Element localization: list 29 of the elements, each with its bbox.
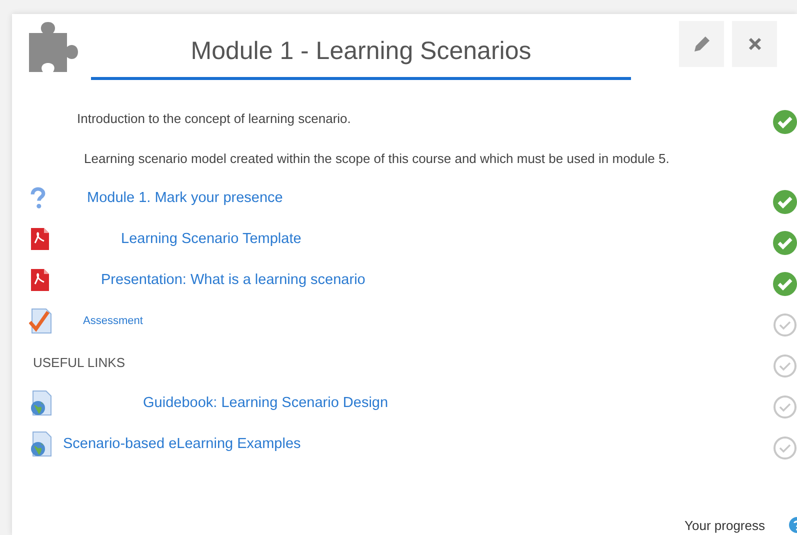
activity-link[interactable]: Scenario-based eLearning Examples bbox=[63, 436, 301, 452]
pencil-icon bbox=[692, 35, 710, 53]
activity-link[interactable]: Module 1. Mark your presence bbox=[87, 190, 283, 206]
completed-check-icon[interactable] bbox=[773, 272, 797, 296]
description-text: Introduction to the concept of learning scenario. bbox=[77, 110, 351, 126]
completed-check-icon[interactable] bbox=[773, 110, 797, 134]
activity-link[interactable]: Assessment bbox=[83, 315, 143, 327]
activity-link[interactable]: Presentation: What is a learning scenario bbox=[101, 272, 366, 288]
web-page-icon bbox=[29, 431, 53, 457]
activity-link[interactable]: Guidebook: Learning Scenario Design bbox=[143, 395, 388, 411]
incomplete-check-icon[interactable] bbox=[773, 436, 797, 460]
activity-link[interactable]: Learning Scenario Template bbox=[121, 231, 302, 247]
incomplete-check-icon[interactable] bbox=[773, 354, 797, 378]
completed-check-icon[interactable] bbox=[773, 231, 797, 255]
pdf-file-icon bbox=[29, 268, 51, 292]
incomplete-check-icon[interactable] bbox=[773, 395, 797, 419]
checklist-document-icon bbox=[29, 308, 53, 334]
section-heading: USEFUL LINKS bbox=[33, 354, 125, 370]
close-icon bbox=[746, 36, 762, 52]
incomplete-check-icon[interactable] bbox=[773, 313, 797, 337]
edit-button[interactable] bbox=[679, 21, 724, 67]
web-page-icon bbox=[29, 390, 53, 416]
progress-label: Your progress bbox=[684, 518, 765, 532]
question-mark-icon bbox=[29, 186, 47, 210]
module-title: Module 1 - Learning Scenarios bbox=[190, 36, 532, 66]
close-button[interactable] bbox=[732, 21, 777, 67]
description-text: Learning scenario model created within the scope of this course and which must be used in module 5. bbox=[84, 150, 670, 166]
pdf-file-icon bbox=[29, 227, 51, 251]
completed-check-icon[interactable] bbox=[773, 190, 797, 214]
